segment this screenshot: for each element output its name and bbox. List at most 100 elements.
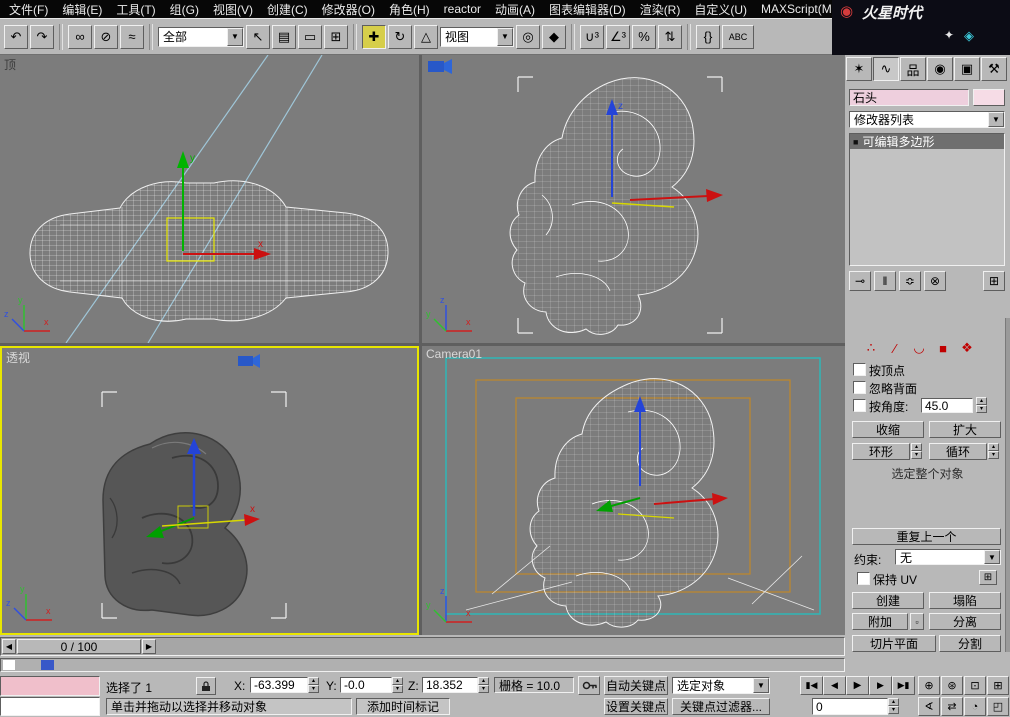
loop-spinner[interactable]: ▴▾ (988, 443, 999, 459)
chevron-down-icon[interactable]: ▼ (988, 112, 1004, 127)
angle-spinner[interactable]: ▴▾ (976, 397, 987, 413)
ring-button[interactable]: 环形 (852, 443, 910, 460)
next-frame-button[interactable]: ▶ (869, 676, 892, 695)
preserve-uv-settings-button[interactable]: ⊞ (979, 570, 997, 585)
selection-lock-button[interactable] (196, 677, 216, 695)
z-spinner[interactable]: ▴▾ (478, 677, 489, 693)
maxscript-listener-macro[interactable] (0, 676, 100, 696)
tab-create[interactable]: ✶ (846, 57, 872, 81)
attach-list-button[interactable]: ▫ (910, 613, 924, 630)
ring-spinner[interactable]: ▴▾ (911, 443, 922, 459)
z-coordinate-field[interactable]: 18.352 (422, 677, 478, 693)
preserve-uv-checkbox[interactable] (857, 572, 870, 585)
by-vertex-checkbox[interactable] (853, 363, 866, 376)
model-wireframe-top[interactable] (30, 181, 388, 321)
subobject-edge-button[interactable]: ∕ (885, 339, 905, 357)
menu-item-graph-editors[interactable]: 图表编辑器(D) (542, 0, 633, 19)
go-to-start-button[interactable]: ▮◀ (800, 676, 823, 695)
slice-plane-button[interactable]: 切片平面 (852, 635, 936, 652)
x-spinner[interactable]: ▴▾ (308, 677, 319, 693)
spin-down-icon[interactable]: ▾ (392, 685, 403, 693)
model-shaded[interactable] (103, 433, 247, 616)
viewport-front[interactable]: z z x y (422, 55, 845, 343)
spin-down-icon[interactable]: ▾ (988, 451, 999, 459)
modifier-stack[interactable]: ■ 可编辑多边形 (849, 133, 1005, 266)
previous-frame-button[interactable]: ◀ (2, 639, 16, 654)
track-bar-key-marker[interactable] (41, 660, 54, 670)
spin-down-icon[interactable]: ▾ (478, 685, 489, 693)
selection-region-button[interactable]: ▭ (298, 25, 322, 49)
loop-button[interactable]: 循环 (929, 443, 987, 460)
select-and-manipulate-button[interactable]: ◆ (542, 25, 566, 49)
subobject-polygon-button[interactable]: ■ (933, 339, 953, 357)
time-slider-track[interactable]: ◀ 0 / 100 ▶ (0, 637, 845, 656)
tab-utilities[interactable]: ⚒ (981, 57, 1007, 81)
spin-down-icon[interactable]: ▾ (911, 451, 922, 459)
tab-hierarchy[interactable]: 品 (900, 57, 926, 81)
configure-modifier-sets-button[interactable]: ⊞ (983, 271, 1005, 291)
top-viewport-canvas[interactable]: y x y x z (0, 55, 419, 343)
modifier-list-dropdown[interactable]: 修改器列表 ▼ (849, 111, 1005, 128)
window-crossing-button[interactable]: ⊞ (324, 25, 348, 49)
bind-to-space-warp-button[interactable]: ≈ (120, 25, 144, 49)
angle-snap-button[interactable]: ∠³ (606, 25, 630, 49)
create-button[interactable]: 创建 (852, 592, 924, 609)
percent-snap-button[interactable]: % (632, 25, 656, 49)
viewport-perspective-label[interactable]: 透视 (6, 349, 30, 366)
menu-item-modifiers[interactable]: 修改器(O) (315, 0, 382, 19)
add-time-tag[interactable]: 添加时间标记 (356, 698, 450, 715)
snap-toggle-button[interactable]: ∪³ (580, 25, 604, 49)
repeat-last-button[interactable]: 重复上一个 (852, 528, 1001, 545)
chevron-down-icon[interactable]: ▼ (984, 550, 1000, 564)
track-bar[interactable] (0, 658, 845, 672)
object-name-field[interactable]: 石头 (849, 89, 969, 106)
camera-object-icon[interactable] (428, 59, 452, 74)
remove-modifier-button[interactable]: ⊗ (924, 271, 946, 291)
spin-down-icon[interactable]: ▾ (976, 405, 987, 413)
menu-item-rendering[interactable]: 渲染(R) (633, 0, 688, 19)
spin-down-icon[interactable]: ▾ (308, 685, 319, 693)
frame-spinner[interactable]: ▴▾ (888, 698, 899, 714)
y-coordinate-field[interactable]: -0.0 (340, 677, 392, 693)
tab-modify[interactable]: ∿ (873, 57, 899, 81)
edit-named-selections-button[interactable]: {} (696, 25, 720, 49)
show-end-result-button[interactable]: ‖ (874, 271, 896, 291)
spin-up-icon[interactable]: ▴ (478, 677, 489, 685)
viewport-perspective[interactable]: 透视 (0, 346, 419, 635)
x-coordinate-field[interactable]: -63.399 (250, 677, 308, 693)
select-and-scale-button[interactable]: △ (414, 25, 438, 49)
spin-up-icon[interactable]: ▴ (988, 443, 999, 451)
subobject-element-button[interactable]: ❖ (957, 339, 977, 357)
menu-item-customize[interactable]: 自定义(U) (687, 0, 754, 19)
spin-up-icon[interactable]: ▴ (976, 397, 987, 405)
current-frame-field[interactable]: 0 (812, 698, 888, 715)
maxscript-listener-input[interactable] (0, 697, 100, 716)
redo-button[interactable]: ↷ (30, 25, 54, 49)
attach-button[interactable]: 附加 (852, 613, 908, 630)
menu-item-file[interactable]: 文件(F) (2, 0, 55, 19)
zoom-extents-button[interactable]: ⊡ (964, 676, 986, 695)
panel-scrollbar[interactable] (1005, 318, 1010, 652)
subobject-vertex-button[interactable]: ∴ (861, 339, 881, 357)
camera-viewport-canvas[interactable]: z x y (422, 346, 845, 635)
previous-frame-button[interactable]: ◀ (823, 676, 846, 695)
menu-item-reactor[interactable]: reactor (437, 1, 488, 17)
select-and-rotate-button[interactable]: ↻ (388, 25, 412, 49)
detach-button[interactable]: 分离 (929, 613, 1001, 630)
arc-rotate-button[interactable]: ◔ (964, 697, 986, 716)
split-button[interactable]: 分割 (939, 635, 1001, 652)
spin-up-icon[interactable]: ▴ (308, 677, 319, 685)
viewport-top-label[interactable]: 顶 (4, 56, 16, 73)
play-animation-button[interactable]: ▶ (846, 676, 869, 695)
next-frame-button[interactable]: ▶ (142, 639, 156, 654)
zoom-button[interactable]: ⊕ (918, 676, 940, 695)
spinner-snap-button[interactable]: ⇅ (658, 25, 682, 49)
shrink-button[interactable]: 收缩 (852, 421, 924, 438)
spin-up-icon[interactable]: ▴ (911, 443, 922, 451)
menu-item-edit[interactable]: 编辑(E) (55, 0, 109, 19)
auto-key-button[interactable]: 自动关键点 (604, 676, 668, 695)
undo-button[interactable]: ↶ (4, 25, 28, 49)
select-and-move-button[interactable]: ✚ (362, 25, 386, 49)
constraints-dropdown[interactable]: 无 ▼ (895, 549, 1001, 565)
y-spinner[interactable]: ▴▾ (392, 677, 403, 693)
